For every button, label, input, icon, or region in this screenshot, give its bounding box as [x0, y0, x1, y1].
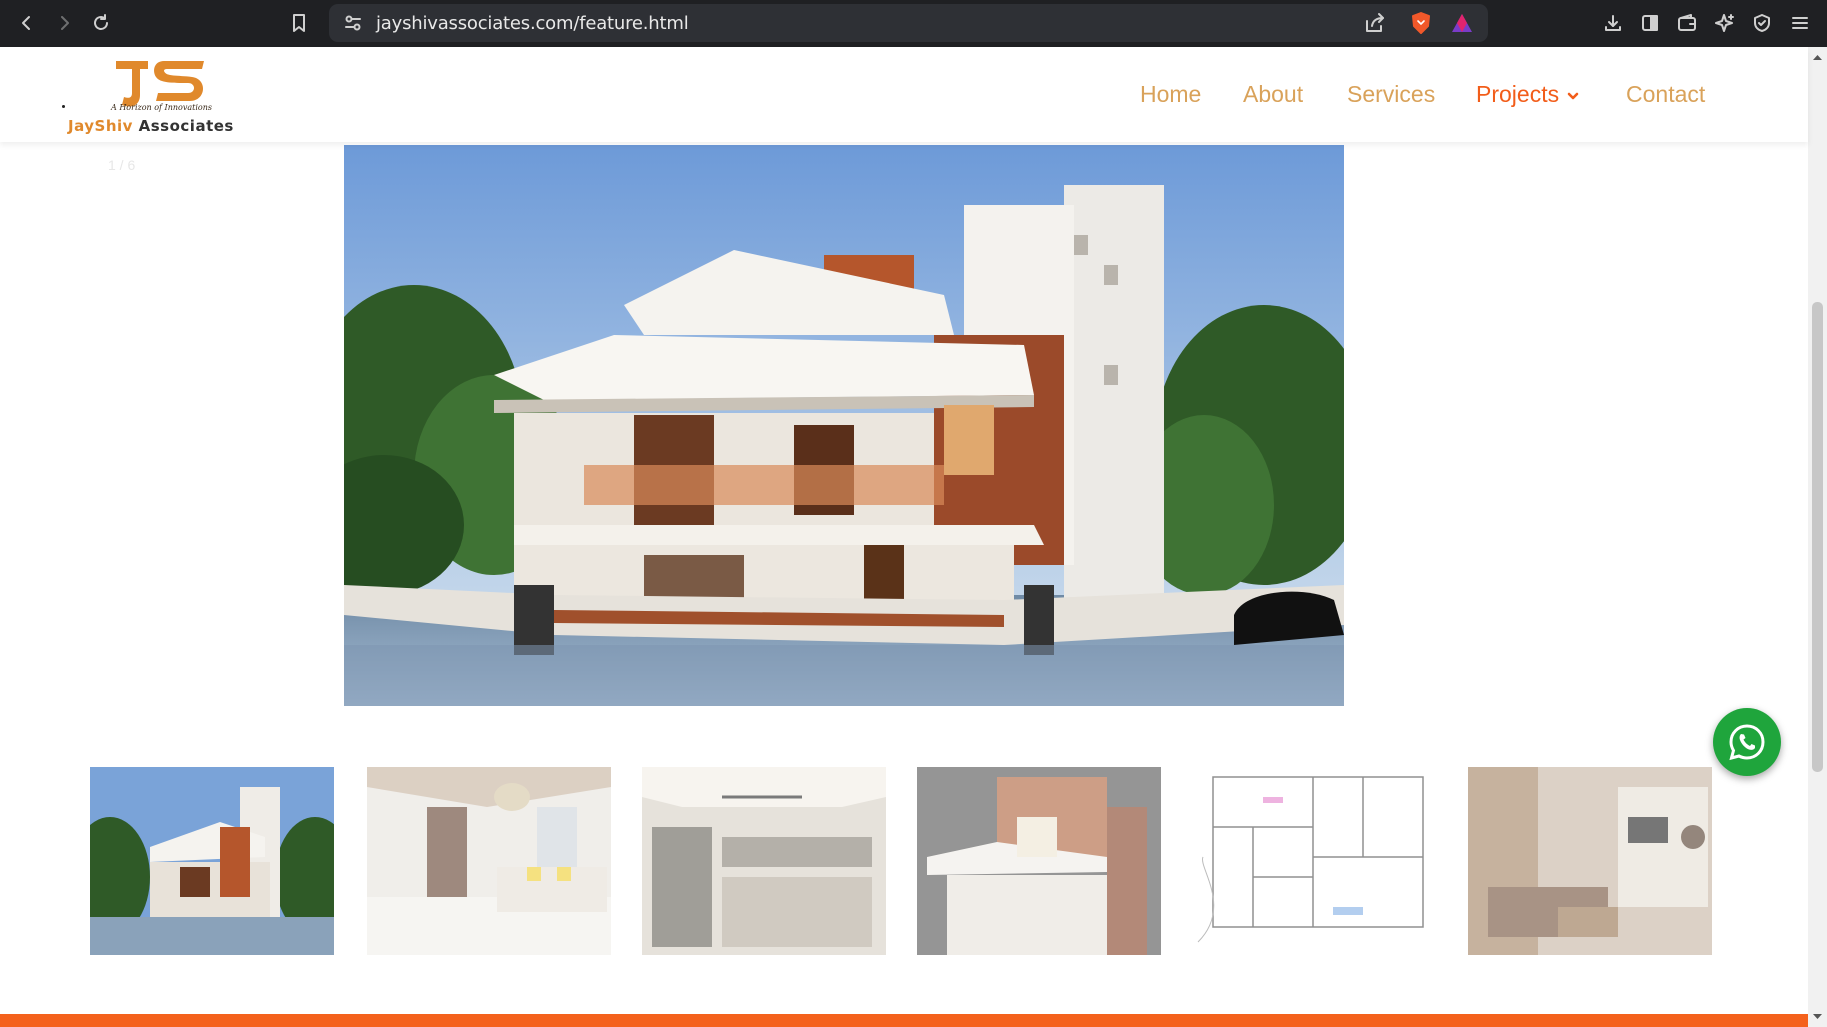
- reload-button[interactable]: [86, 8, 116, 38]
- main-gallery-image[interactable]: [344, 145, 1344, 706]
- vpn-shield-icon: [1754, 14, 1770, 32]
- forward-arrow-icon: [61, 16, 69, 30]
- thumbnail-4[interactable]: [917, 767, 1161, 955]
- nav-about[interactable]: About: [1243, 81, 1303, 108]
- scroll-up-arrow-icon[interactable]: [1808, 51, 1827, 63]
- js-monogram-logo-icon: [116, 61, 204, 107]
- logo-tagline: A Horizon of Innovations: [111, 103, 212, 112]
- scroll-down-arrow-icon[interactable]: [1808, 1011, 1827, 1023]
- menu-button[interactable]: [1785, 8, 1815, 38]
- sparkle-icon: [1715, 14, 1734, 32]
- page-scrollbar[interactable]: [1808, 47, 1827, 1027]
- footer-top-bar: [0, 1014, 1808, 1027]
- back-arrow-icon: [22, 16, 30, 30]
- url-text: jayshivassociates.com/feature.html: [376, 13, 689, 34]
- logo-dot: [62, 105, 65, 108]
- thumbnail-2[interactable]: [367, 767, 611, 955]
- reload-icon: [94, 14, 108, 30]
- living-room-thumbnail-image: [367, 767, 611, 955]
- site-settings-icon[interactable]: [343, 13, 363, 33]
- wallet-icon: [1678, 14, 1696, 31]
- nav-home[interactable]: Home: [1140, 81, 1201, 108]
- whatsapp-icon: [1729, 724, 1765, 761]
- address-bar[interactable]: jayshivassociates.com/feature.html: [329, 4, 1488, 42]
- vpn-button[interactable]: [1747, 8, 1777, 38]
- whatsapp-chat-button[interactable]: [1713, 708, 1781, 776]
- exterior-thumbnail-image: [90, 767, 334, 955]
- kitchen-thumbnail-image: [642, 767, 886, 955]
- floor-plan-thumbnail-image: [1193, 767, 1437, 955]
- thumbnail-6[interactable]: [1468, 767, 1712, 955]
- nav-projects-label: Projects: [1476, 81, 1560, 107]
- bookmark-icon: [293, 14, 305, 32]
- logo-wordmark-accent: JayShiv: [68, 117, 133, 135]
- site-header: A Horizon of Innovations JayShiv Associa…: [0, 47, 1808, 142]
- sidebar-icon: [1642, 15, 1658, 31]
- chevron-down-icon: [1567, 92, 1579, 100]
- download-icon: [1605, 15, 1621, 31]
- scrollbar-thumb[interactable]: [1812, 302, 1823, 772]
- share-icon[interactable]: [1364, 12, 1386, 34]
- wallet-button[interactable]: [1672, 8, 1702, 38]
- site-logo[interactable]: A Horizon of Innovations JayShiv Associa…: [60, 51, 260, 139]
- sidebar-button[interactable]: [1635, 8, 1665, 38]
- lounge-thumbnail-image: [1468, 767, 1712, 955]
- leo-ai-button[interactable]: [1710, 8, 1740, 38]
- nav-projects[interactable]: Projects: [1476, 81, 1579, 108]
- forward-button[interactable]: [49, 8, 79, 38]
- nav-services[interactable]: Services: [1347, 81, 1435, 108]
- nav-contact[interactable]: Contact: [1626, 81, 1705, 108]
- slide-counter: 1 / 6: [108, 157, 136, 173]
- thumbnail-3[interactable]: [642, 767, 886, 955]
- house-render-image: [344, 145, 1344, 706]
- logo-wordmark-rest: Associates: [132, 117, 234, 135]
- hamburger-menu-icon: [1792, 17, 1808, 29]
- brave-rewards-icon[interactable]: [1450, 12, 1474, 34]
- browser-toolbar: jayshivassociates.com/feature.html: [0, 0, 1827, 47]
- logo-wordmark: JayShiv Associates: [68, 117, 234, 135]
- back-button[interactable]: [12, 8, 42, 38]
- downloads-button[interactable]: [1598, 8, 1628, 38]
- brave-shield-icon[interactable]: [1410, 11, 1432, 35]
- brick-exterior-thumbnail-image: [917, 767, 1161, 955]
- bookmark-button[interactable]: [284, 8, 314, 38]
- thumbnail-5[interactable]: [1193, 767, 1437, 955]
- thumbnail-1[interactable]: [90, 767, 334, 955]
